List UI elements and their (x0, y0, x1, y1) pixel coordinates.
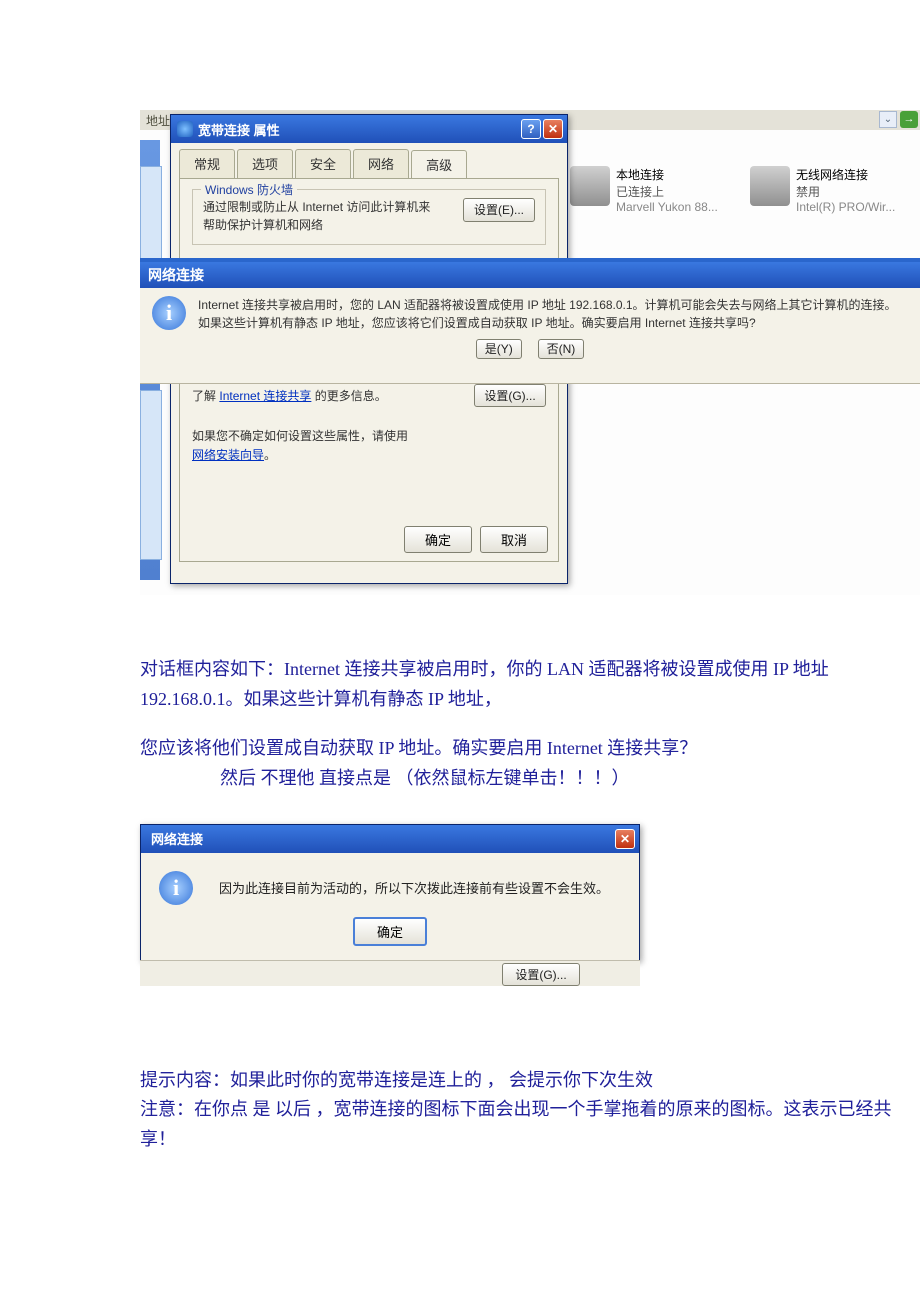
sidebar-panel-2 (140, 390, 162, 560)
doc-paragraph-4: 注意：在你点 是 以后 ，宽带连接的图标下面会出现一个手掌拖着的原来的图标。这表… (140, 1095, 900, 1154)
conn-device: Intel(R) PRO/Wir... (796, 200, 895, 214)
close-button[interactable]: ✕ (615, 829, 635, 849)
dialog-text: 因为此连接目前为活动的，所以下次拨此连接前有些设置不会生效。 (219, 878, 609, 897)
network-wizard-link[interactable]: 网络安装向导 (192, 448, 264, 462)
tab-advanced[interactable]: 高级 (411, 150, 467, 179)
close-button[interactable]: ✕ (543, 119, 563, 139)
titlebar[interactable]: 网络连接 ✕ (141, 825, 639, 853)
tab-network[interactable]: 网络 (353, 149, 409, 178)
help-button[interactable]: ? (521, 119, 541, 139)
addrbar-controls: ⌄ → (877, 110, 920, 129)
learn-more-text: 了解 Internet 连接共享 的更多信息。 (192, 387, 387, 404)
network-icon (570, 166, 610, 206)
dropdown-icon[interactable]: ⌄ (879, 111, 897, 128)
cancel-button[interactable]: 取消 (480, 526, 548, 553)
confirm-ics-msgbox: 网络连接 i Internet 连接共享被启用时，您的 LAN 适配器将被设置成… (140, 258, 920, 384)
msgbox-title: 网络连接 (140, 262, 920, 288)
titlebar[interactable]: 宽带连接 属性 ? ✕ (171, 115, 567, 143)
connection-wifi[interactable]: 无线网络连接 禁用 Intel(R) PRO/Wir... (750, 166, 895, 214)
conn-status: 已连接上 (616, 183, 718, 200)
tab-options[interactable]: 选项 (237, 149, 293, 178)
dialog-title: 宽带连接 属性 (198, 120, 521, 139)
group-firewall: Windows 防火墙 通过限制或防止从 Internet 访问此计算机来帮助保… (192, 189, 546, 245)
conn-name: 本地连接 (616, 166, 718, 183)
conn-name: 无线网络连接 (796, 166, 895, 183)
settings-button-fragment[interactable]: 设置(G)... (502, 963, 580, 986)
ok-button[interactable]: 确定 (353, 917, 427, 946)
tab-security[interactable]: 安全 (295, 149, 351, 178)
conn-status: 禁用 (796, 183, 895, 200)
tab-general[interactable]: 常规 (179, 149, 235, 178)
tab-strip: 常规 选项 安全 网络 高级 (171, 143, 567, 178)
connection-local[interactable]: 本地连接 已连接上 Marvell Yukon 88... (570, 166, 718, 214)
screenshot-active-connection-msgbox: 网络连接 ✕ i 因为此连接目前为活动的，所以下次拨此连接前有些设置不会生效。 … (140, 824, 640, 986)
firewall-text: 通过限制或防止从 Internet 访问此计算机来帮助保护计算机和网络 (203, 198, 433, 234)
wifi-icon (750, 166, 790, 206)
no-button[interactable]: 否(N) (538, 339, 585, 359)
doc-paragraph-2: 您应该将他们设置成自动获取 IP 地址。确实要启用 Internet 连接共享？… (140, 734, 900, 793)
go-button[interactable]: → (900, 111, 918, 128)
msgbox-text: Internet 连接共享被启用时，您的 LAN 适配器将被设置成使用 IP 地… (198, 296, 908, 332)
group-title-firewall: Windows 防火墙 (201, 181, 297, 198)
ics-link[interactable]: Internet 连接共享 (219, 389, 311, 403)
ok-button[interactable]: 确定 (404, 526, 472, 553)
info-icon: i (152, 296, 186, 330)
info-dialog: 网络连接 ✕ i 因为此连接目前为活动的，所以下次拨此连接前有些设置不会生效。 … (140, 824, 640, 961)
doc-paragraph-1: 对话框内容如下：Internet 连接共享被启用时，你的 LAN 适配器将被设置… (140, 655, 900, 714)
ics-settings-button[interactable]: 设置(G)... (474, 384, 546, 407)
dialog-icon (177, 121, 193, 137)
screenshot-properties-and-msgbox: 地址(D) 网络连接 ⌄ → 本地连接 已连接上 Marvell Yukon 8… (140, 110, 920, 595)
unsure-text: 如果您不确定如何设置这些属性，请使用 网络安装向导。 (192, 427, 546, 465)
dialog-title: 网络连接 (147, 829, 615, 848)
background-fragment: 设置(G)... (140, 960, 640, 986)
doc-paragraph-3: 提示内容：如果此时你的宽带连接是连上的 ， 会提示你下次生效 (140, 1066, 900, 1096)
conn-device: Marvell Yukon 88... (616, 200, 718, 214)
yes-button[interactable]: 是(Y) (476, 339, 522, 359)
info-icon: i (159, 871, 193, 905)
firewall-settings-button[interactable]: 设置(E)... (463, 198, 535, 222)
